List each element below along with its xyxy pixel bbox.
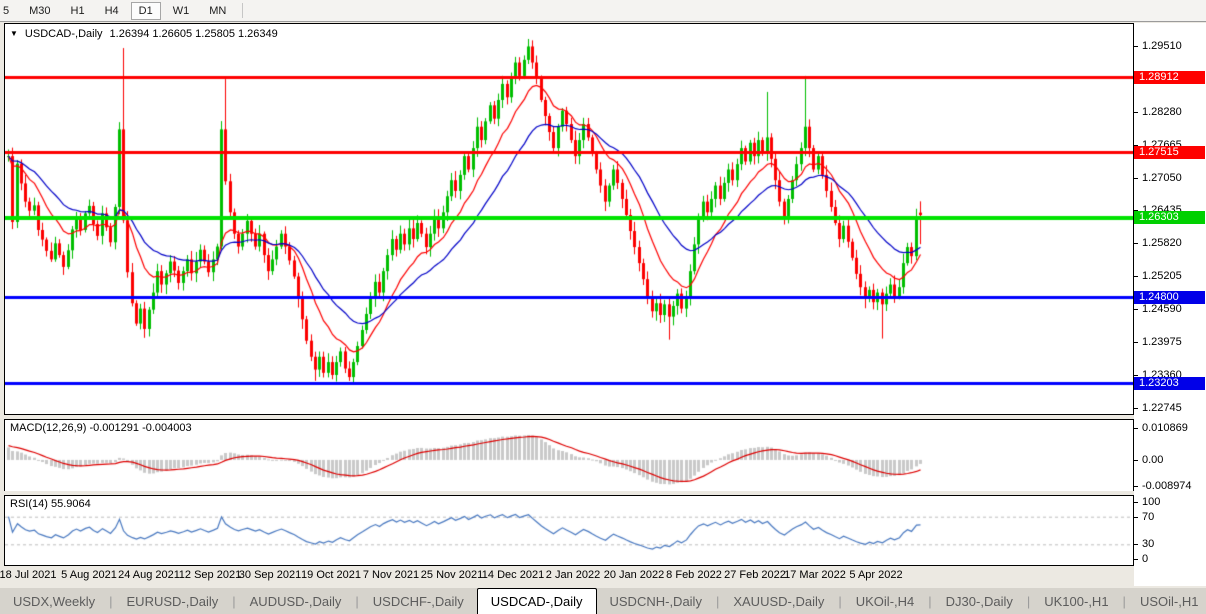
price-tick-label: 1.28280 bbox=[1142, 105, 1182, 118]
price-tick-label: 1.22745 bbox=[1142, 401, 1182, 414]
axis-tick bbox=[1134, 486, 1138, 488]
timeframe-button-w1[interactable]: W1 bbox=[165, 2, 198, 20]
date-axis-label: 30 Sep 2021 bbox=[238, 569, 302, 581]
collapse-icon[interactable]: ▼ bbox=[10, 29, 18, 39]
rsi-canvas[interactable] bbox=[5, 496, 1133, 565]
timeframe-button-mn[interactable]: MN bbox=[201, 2, 234, 20]
date-axis-label: 14 Dec 2021 bbox=[481, 569, 545, 581]
chart-ohlc-values: 1.26394 1.26605 1.25805 1.26349 bbox=[109, 28, 278, 40]
macd-label: MACD(12,26,9) -0.001291 -0.004003 bbox=[10, 422, 192, 434]
rsi-tick-label: 100 bbox=[1142, 496, 1161, 508]
chart-tab-usdcad-daily[interactable]: USDCAD-,Daily bbox=[476, 588, 597, 614]
date-axis-label: 25 Nov 2021 bbox=[420, 569, 484, 581]
price-tick-label: 1.23975 bbox=[1142, 336, 1182, 349]
macd-tick-label: -0.008974 bbox=[1142, 480, 1192, 493]
date-axis-label: 5 Apr 2022 bbox=[849, 569, 903, 581]
price-chart-canvas[interactable] bbox=[5, 24, 1133, 414]
axis-tick bbox=[1134, 428, 1138, 429]
axis-tick bbox=[1134, 407, 1138, 409]
macd-panel: MACD(12,26,9) -0.001291 -0.004003 bbox=[4, 419, 1134, 492]
chart-tab-eurusd-daily[interactable]: EURUSD-,Daily bbox=[114, 588, 232, 614]
date-axis-label: 8 Feb 2022 bbox=[666, 569, 722, 581]
price-level-badge: 1.24800 bbox=[1134, 291, 1205, 305]
chart-tab-ukoil-h4[interactable]: UKOil-,H4 bbox=[843, 588, 928, 614]
price-tick-label: 1.29510 bbox=[1142, 39, 1182, 52]
price-scale-axis[interactable]: 1.295101.282801.276651.270501.264351.258… bbox=[1134, 23, 1206, 586]
macd-tick-label: 0.00 bbox=[1142, 453, 1164, 466]
price-tick-label: 1.24590 bbox=[1142, 303, 1182, 316]
axis-tick bbox=[1134, 342, 1138, 344]
chart-tab-xauusd-daily[interactable]: XAUUSD-,Daily bbox=[720, 588, 837, 614]
axis-tick bbox=[1134, 177, 1138, 179]
price-tick-label: 1.25820 bbox=[1142, 237, 1182, 250]
axis-tick bbox=[1134, 309, 1138, 311]
timeframe-button-h1[interactable]: H1 bbox=[63, 2, 93, 20]
macd-tick-label: 0.010869 bbox=[1142, 422, 1188, 434]
date-axis-label: 5 Aug 2021 bbox=[61, 569, 117, 581]
chart-tab-bar: USDX,Weekly | EURUSD-,Daily | AUDUSD-,Daily |… bbox=[0, 588, 1206, 614]
axis-tick bbox=[1134, 559, 1138, 560]
date-axis-label: 18 Jul 2021 bbox=[0, 569, 57, 581]
rsi-panel: RSI(14) 55.9064 bbox=[4, 495, 1134, 566]
rsi-tick-label: 70 bbox=[1142, 510, 1155, 523]
chart-tab-dj30-daily[interactable]: DJ30-,Daily bbox=[933, 588, 1026, 614]
axis-tick bbox=[1134, 516, 1138, 518]
timeframe-button-m30[interactable]: M30 bbox=[21, 2, 58, 20]
chart-symbol-period: USDCAD-,Daily bbox=[24, 28, 103, 40]
axis-tick bbox=[1134, 243, 1138, 245]
axis-tick bbox=[1134, 544, 1138, 546]
timeframe-button-h4[interactable]: H4 bbox=[97, 2, 127, 20]
axis-tick bbox=[1134, 45, 1138, 47]
chart-title: ▼ USDCAD-,Daily 1.26394 1.26605 1.25805 … bbox=[10, 28, 278, 40]
chart-tab-uk100-h1[interactable]: UK100-,H1 bbox=[1031, 588, 1121, 614]
rsi-label: RSI(14) 55.9064 bbox=[10, 498, 91, 510]
price-panel bbox=[4, 23, 1134, 415]
price-level-badge: 1.27515 bbox=[1134, 146, 1205, 160]
axis-tick bbox=[1134, 374, 1138, 376]
date-axis-label: 27 Feb 2022 bbox=[724, 569, 786, 581]
price-tick-label: 1.27050 bbox=[1142, 171, 1182, 184]
chart-tab-usdchf-daily[interactable]: USDCHF-,Daily bbox=[360, 588, 477, 614]
axis-tick bbox=[1134, 502, 1138, 503]
date-axis[interactable]: 18 Jul 2021 5 Aug 2021 24 Aug 2021 12 Sep 2… bbox=[0, 566, 1134, 587]
toolbar-separator bbox=[242, 3, 244, 18]
chart-tab-usoil-h1[interactable]: USOil-,H1 bbox=[1127, 588, 1206, 614]
date-axis-label: 7 Nov 2021 bbox=[362, 569, 420, 581]
date-axis-label: 24 Aug 2021 bbox=[118, 569, 180, 581]
chart-tab-usdx-weekly[interactable]: USDX,Weekly bbox=[0, 588, 108, 614]
chart-tab-usdcnh-daily[interactable]: USDCNH-,Daily bbox=[597, 588, 715, 614]
mt4-window: 5 M30 H1 H4 D1 W1 MN ▼ USDCAD-,Daily 1.2… bbox=[0, 0, 1206, 614]
axis-tick bbox=[1134, 276, 1138, 278]
timeframe-toolbar: 5 M30 H1 H4 D1 W1 MN bbox=[0, 0, 1206, 22]
rsi-tick-label: 30 bbox=[1142, 538, 1155, 551]
price-level-badge: 1.26303 bbox=[1134, 211, 1205, 224]
date-axis-label: 20 Jan 2022 bbox=[603, 569, 665, 581]
date-axis-label: 12 Sep 2021 bbox=[178, 569, 242, 581]
chart-tab-audusd-daily[interactable]: AUDUSD-,Daily bbox=[237, 588, 355, 614]
timeframe-button-d1[interactable]: D1 bbox=[130, 1, 161, 20]
axis-tick bbox=[1134, 459, 1138, 461]
rsi-tick-label: 0 bbox=[1142, 553, 1149, 565]
price-level-badge: 1.28912 bbox=[1134, 71, 1205, 85]
date-axis-label: 2 Jan 2022 bbox=[545, 569, 601, 581]
axis-tick bbox=[1134, 111, 1138, 113]
timeframe-button-m5[interactable]: 5 bbox=[0, 2, 17, 20]
price-tick-label: 1.25205 bbox=[1142, 270, 1182, 283]
date-axis-label: 17 Mar 2022 bbox=[784, 569, 846, 581]
price-level-badge: 1.23203 bbox=[1134, 376, 1205, 390]
date-axis-label: 19 Oct 2021 bbox=[301, 569, 361, 581]
